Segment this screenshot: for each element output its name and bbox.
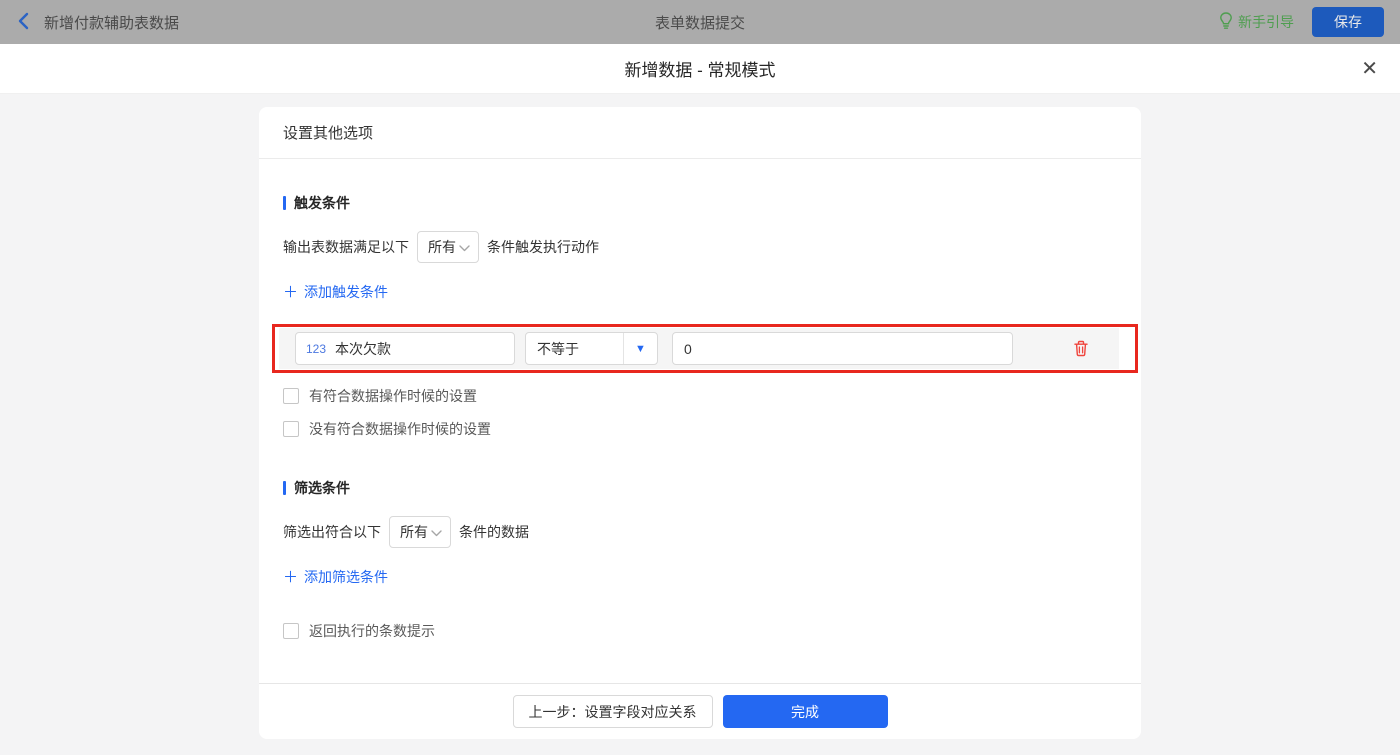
checkbox-label: 没有符合数据操作时候的设置 (309, 421, 491, 437)
done-button[interactable]: 完成 (722, 695, 888, 728)
add-filter-condition-label: 添加筛选条件 (304, 568, 389, 585)
trigger-section-title: 触发条件 (283, 193, 1117, 213)
lightbulb-icon (1219, 12, 1233, 32)
number-type-tag: 123 (306, 341, 327, 356)
card-footer: 上一步：设置字段对应关系 完成 (259, 683, 1141, 739)
condition-value-input[interactable] (672, 332, 1013, 365)
checkbox-label: 返回执行的条数提示 (309, 623, 435, 639)
checkbox-icon[interactable] (283, 623, 299, 639)
close-icon[interactable]: ✕ (1361, 59, 1378, 79)
add-filter-condition-link[interactable]: ＋ 添加筛选条件 (283, 566, 388, 587)
filter-section-title: 筛选条件 (283, 478, 1117, 498)
highlight-annotation-box: 123 本次欠款 不等于 ▼ (272, 324, 1138, 373)
previous-step-button[interactable]: 上一步：设置字段对应关系 (512, 695, 713, 728)
beginner-guide-label: 新手引导 (1238, 14, 1294, 30)
trigger-condition-row: 123 本次欠款 不等于 ▼ (279, 328, 1119, 369)
filter-prefix-text: 筛选出符合以下 (283, 524, 381, 540)
options-card: 设置其他选项 触发条件 输出表数据满足以下 所有 条件触发执行动作 ＋ 添加触发… (259, 107, 1141, 739)
plus-icon: ＋ (283, 569, 299, 586)
modal-title: 新增数据 - 常规模式 (624, 61, 776, 80)
trigger-match-select[interactable]: 所有 (417, 231, 479, 263)
checkbox-return-count-hint[interactable]: 返回执行的条数提示 (283, 621, 1117, 641)
save-button[interactable]: 保存 (1312, 7, 1384, 37)
condition-field-name: 本次欠款 (335, 340, 392, 357)
trash-icon (1074, 340, 1088, 357)
condition-operator-value: 不等于 (537, 340, 579, 357)
filter-section-label: 筛选条件 (294, 480, 350, 496)
section-accent-bar (283, 196, 286, 210)
modal-body: 设置其他选项 触发条件 输出表数据满足以下 所有 条件触发执行动作 ＋ 添加触发… (0, 94, 1400, 755)
chevron-down-icon (459, 239, 470, 255)
top-bar: 新增付款辅助表数据 表单数据提交 新手引导 保存 (0, 0, 1400, 44)
beginner-guide-link[interactable]: 新手引导 (1219, 12, 1294, 32)
checkbox-label: 有符合数据操作时候的设置 (309, 388, 477, 404)
modal-header: 新增数据 - 常规模式 ✕ (0, 44, 1400, 94)
filter-suffix-text: 条件的数据 (459, 524, 529, 540)
add-trigger-condition-label: 添加触发条件 (304, 283, 389, 300)
section-accent-bar (283, 481, 286, 495)
filter-match-value: 所有 (400, 524, 428, 540)
checkbox-has-matching-data[interactable]: 有符合数据操作时候的设置 (283, 386, 1117, 406)
delete-condition-button[interactable] (1073, 340, 1089, 357)
trigger-prefix-text: 输出表数据满足以下 (283, 239, 409, 255)
trigger-section-label: 触发条件 (294, 195, 350, 211)
condition-operator-select[interactable]: 不等于 ▼ (525, 332, 658, 365)
back-button[interactable]: 新增付款辅助表数据 (16, 12, 179, 33)
add-trigger-condition-link[interactable]: ＋ 添加触发条件 (283, 281, 388, 302)
card-header: 设置其他选项 (259, 107, 1141, 159)
caret-down-icon: ▼ (623, 333, 657, 364)
page-title: 表单数据提交 (654, 14, 745, 32)
checkbox-no-matching-data[interactable]: 没有符合数据操作时候的设置 (283, 419, 1117, 439)
back-label: 新增付款辅助表数据 (44, 14, 180, 32)
back-chevron-icon (16, 12, 32, 33)
checkbox-icon[interactable] (283, 421, 299, 437)
checkbox-icon[interactable] (283, 388, 299, 404)
filter-match-select[interactable]: 所有 (389, 516, 451, 548)
condition-field-select[interactable]: 123 本次欠款 (295, 332, 515, 365)
trigger-suffix-text: 条件触发执行动作 (487, 239, 599, 255)
trigger-match-value: 所有 (428, 239, 456, 255)
plus-icon: ＋ (283, 284, 299, 301)
chevron-down-icon (431, 524, 442, 540)
